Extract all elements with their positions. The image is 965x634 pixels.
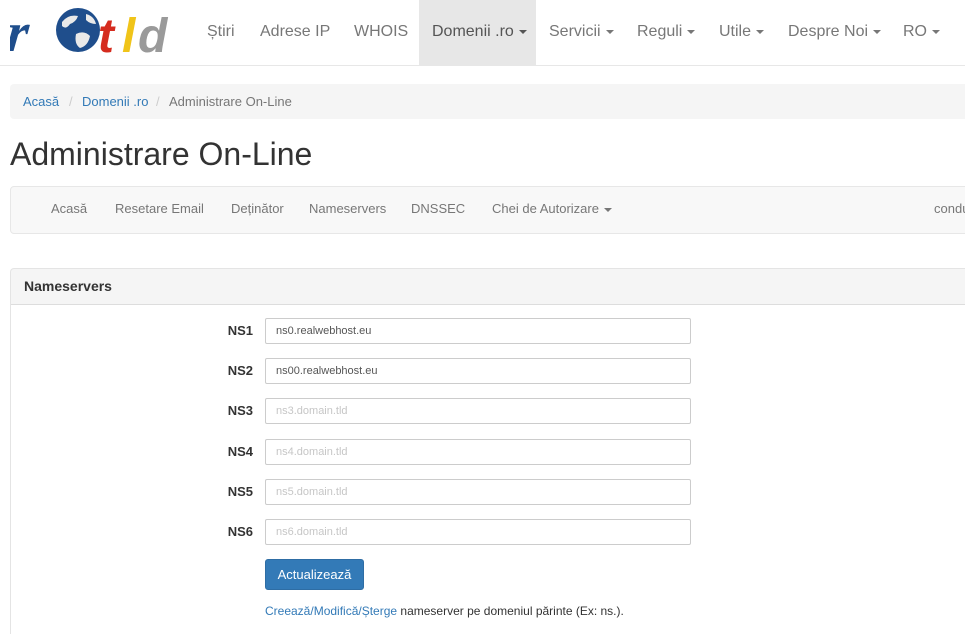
ns2-input[interactable] (265, 358, 691, 384)
svg-text:r: r (10, 4, 33, 56)
breadcrumb-current: Administrare On-Line (169, 94, 292, 109)
nav-item-label: Domenii .ro (432, 23, 514, 40)
help-description: nameserver pe domeniul părinte (Ex: ns.)… (397, 604, 624, 618)
ns5-label: NS5 (227, 484, 253, 499)
nav-item-label: Reguli (637, 23, 683, 40)
subnav-item-detinator[interactable]: Deținător (231, 187, 284, 231)
ns3-label: NS3 (227, 403, 253, 418)
ns3-input[interactable] (265, 398, 691, 424)
subnav-item-label: Chei de Autorizare (492, 201, 599, 216)
nav-item-servicii[interactable]: Servicii (549, 0, 614, 65)
caret-down-icon (603, 207, 612, 212)
ns6-label: NS6 (227, 524, 253, 539)
page-title: Administrare On-Line (10, 136, 313, 172)
ns5-input[interactable] (265, 479, 691, 505)
breadcrumb-domenii-link[interactable]: Domenii .ro (82, 84, 148, 119)
breadcrumb: Acasă / Domenii .ro / Administrare On-Li… (10, 84, 965, 119)
top-navbar: r t l d Știri Adrese IP WHOIS Domenii .r… (0, 0, 965, 66)
nav-item-domenii-ro[interactable]: Domenii .ro (419, 0, 536, 65)
caret-down-icon (687, 29, 696, 34)
subnav-item-nameservers[interactable]: Nameservers (309, 187, 386, 231)
nav-item-label: Despre Noi (788, 23, 869, 40)
nav-item-label: Adrese IP (260, 23, 331, 40)
caret-down-icon (518, 29, 527, 34)
svg-text:t: t (98, 10, 116, 56)
svg-text:d: d (138, 10, 169, 56)
ns6-input[interactable] (265, 519, 691, 545)
nav-item-language[interactable]: RO (903, 0, 940, 65)
nav-item-despre-noi[interactable]: Despre Noi (788, 0, 882, 65)
ns4-label: NS4 (227, 444, 253, 459)
update-button[interactable]: Actualizează (265, 559, 364, 590)
subnav-item-acasa[interactable]: Acasă (51, 187, 87, 231)
create-modify-delete-link[interactable]: Creează/Modifică/Șterge (265, 604, 397, 618)
subnav-right-link[interactable]: condu (934, 187, 965, 231)
nav-item-stiri[interactable]: Știri (207, 0, 235, 65)
breadcrumb-home-link[interactable]: Acasă (23, 84, 59, 119)
nav-item-whois[interactable]: WHOIS (354, 0, 408, 65)
caret-down-icon (605, 29, 614, 34)
panel-heading: Nameservers (10, 268, 965, 305)
nav-item-reguli[interactable]: Reguli (637, 0, 696, 65)
svg-text:l: l (122, 10, 137, 56)
breadcrumb-separator: / (156, 94, 160, 109)
panel-title: Nameservers (24, 278, 112, 294)
admin-subnav: Acasă Resetare Email Deținător Nameserve… (10, 186, 965, 234)
nav-item-label: RO (903, 23, 927, 40)
subnav-item-dnssec[interactable]: DNSSEC (411, 187, 465, 231)
nav-item-utile[interactable]: Utile (719, 0, 765, 65)
help-text: Creează/Modifică/Șterge nameserver pe do… (265, 603, 624, 619)
ns2-label: NS2 (227, 363, 253, 378)
ns4-input[interactable] (265, 439, 691, 465)
ns1-label: NS1 (227, 323, 253, 338)
nav-item-label: Utile (719, 23, 752, 40)
breadcrumb-separator: / (69, 94, 73, 109)
nav-item-label: Știri (207, 23, 235, 40)
caret-down-icon (932, 29, 940, 34)
globe-icon (56, 8, 100, 52)
nav-item-label: Servicii (549, 23, 601, 40)
nav-item-label: WHOIS (354, 23, 409, 40)
nav-item-adrese-ip[interactable]: Adrese IP (260, 0, 330, 65)
ns1-input[interactable] (265, 318, 691, 344)
subnav-item-resetare-email[interactable]: Resetare Email (115, 187, 204, 231)
panel-body (10, 304, 965, 634)
subnav-item-chei-autorizare[interactable]: Chei de Autorizare (492, 187, 612, 231)
caret-down-icon (756, 29, 765, 34)
caret-down-icon (873, 29, 882, 34)
rotld-logo[interactable]: r t l d (10, 4, 182, 56)
